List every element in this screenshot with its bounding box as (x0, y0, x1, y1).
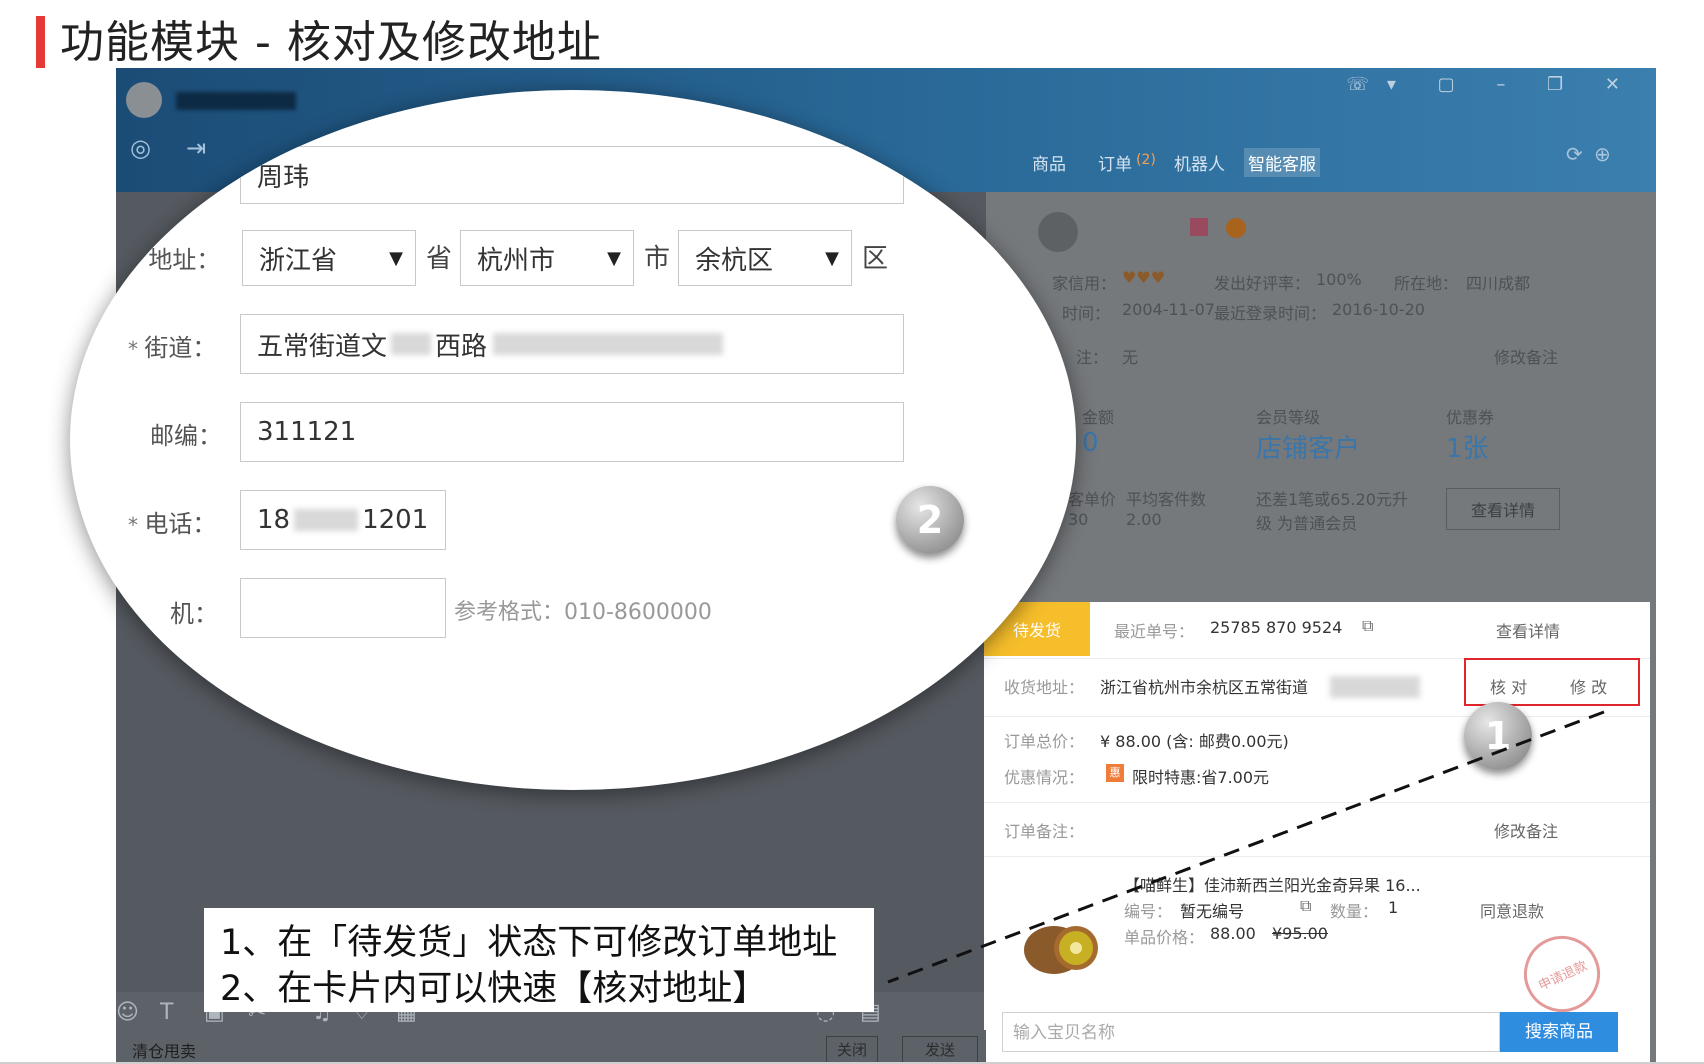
annotation-note: 1、在「待发货」状态下可修改订单地址 2、在卡片内可以快速【核对地址】 (204, 908, 874, 1012)
annotation-line-2: 2、在卡片内可以快速【核对地址】 (220, 969, 768, 1009)
bottom-left-text: 清仓甩卖 (132, 1042, 197, 1061)
dashed-connector (887, 710, 1605, 984)
chat-bottom-bar: 清仓甩卖 关闭 发送 (116, 1030, 986, 1064)
send-button[interactable]: 发送 (902, 1036, 979, 1063)
close-button[interactable]: 关闭 (826, 1036, 879, 1063)
dashed-connector-line (887, 710, 1605, 984)
annotation-line-1: 1、在「待发货」状态下可修改订单地址 (220, 923, 838, 963)
